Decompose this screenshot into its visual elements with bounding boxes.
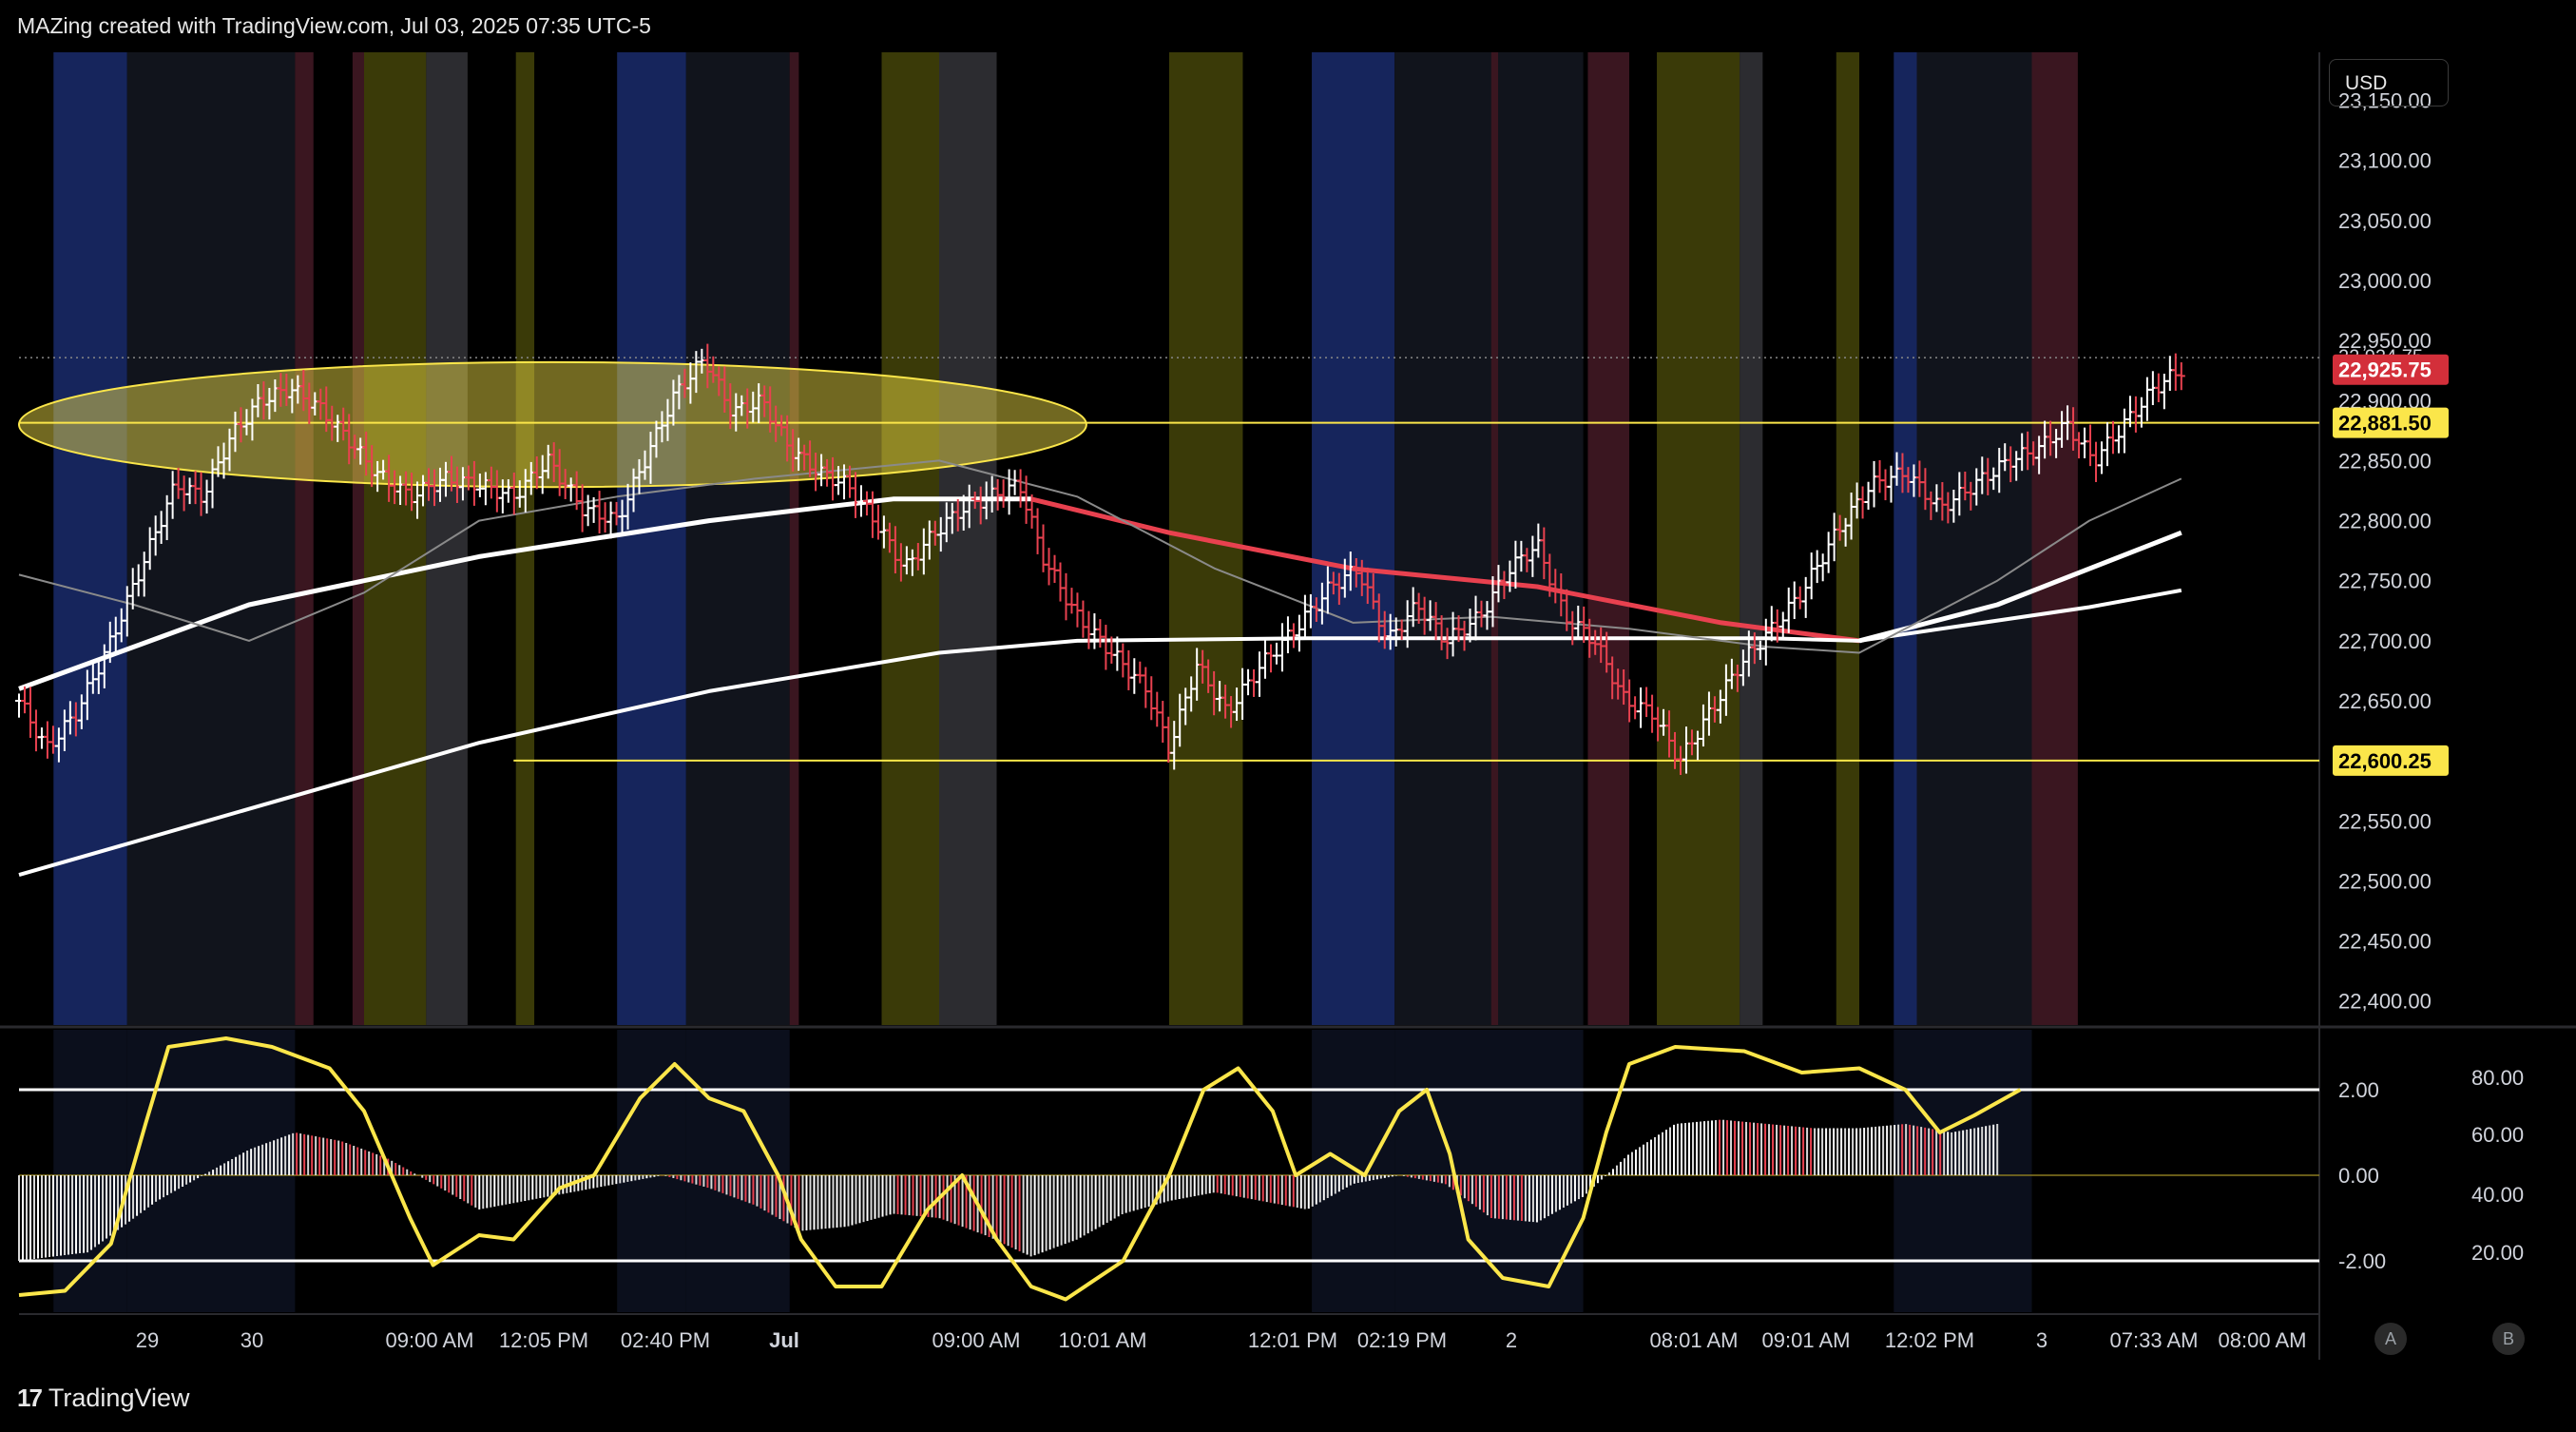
time-axis-tick-label: 09:00 AM [386,1328,474,1352]
time-axis-tick-label: 02:19 PM [1357,1328,1447,1352]
session-band-blue [1894,52,1917,1025]
time-axis-tick-label: 02:40 PM [621,1328,710,1352]
price-label-text: 22,600.25 [2338,749,2432,773]
time-axis-tick-label: 09:00 AM [932,1328,1021,1352]
session-band-red [352,52,364,1025]
session-band-gray [1740,52,1763,1025]
time-axis-tick-label: 3 [2036,1328,2047,1352]
time-axis-tick-label: 09:01 AM [1762,1328,1851,1352]
time-axis-tick-label: 12:05 PM [499,1328,588,1352]
osc-session-band [1312,1030,1395,1312]
osc-right-tick-label: 40.00 [2471,1183,2524,1207]
osc-left-tick-label: 2.00 [2338,1078,2379,1102]
tradingview-logo-icon: 17 [17,1384,43,1412]
brand-name: TradingView [48,1384,190,1412]
osc-session-band [53,1030,127,1312]
price-axis-tick-label: 22,800.00 [2338,510,2432,533]
time-axis-tick-label: 08:00 AM [2219,1328,2307,1352]
session-band-red [295,52,314,1025]
session-band-red [1587,52,1629,1025]
time-axis-tick-label: 12:01 PM [1248,1328,1337,1352]
session-band-blue [617,52,686,1025]
osc-session-band [1394,1030,1584,1312]
session-band-red [789,52,799,1025]
scale-button-b[interactable]: B [2492,1323,2525,1355]
price-axis-tick-label: 22,650.00 [2338,689,2432,713]
osc-right-tick-label: 60.00 [2471,1123,2524,1147]
session-band-red [1490,52,1499,1025]
time-axis-tick-label: 30 [240,1328,263,1352]
session-band-gray [426,52,468,1025]
price-label-text: 22,925.75 [2338,358,2432,382]
price-axis-tick-label: 22,550.00 [2338,809,2432,833]
time-axis-tick-label: 08:01 AM [1650,1328,1739,1352]
osc-right-tick-label: 80.00 [2471,1066,2524,1090]
osc-left-tick-label: 0.00 [2338,1164,2379,1188]
session-band-dark [685,52,790,1025]
time-axis-tick-label: Jul [769,1328,799,1352]
price-axis-tick-label: 22,750.00 [2338,570,2432,593]
time-axis-tick-label: 29 [136,1328,159,1352]
session-band-yellow [1657,52,1740,1025]
price-axis-tick-label: 23,050.00 [2338,209,2432,233]
session-band-dark [1394,52,1584,1025]
time-axis-tick-label: 2 [1506,1328,1517,1352]
price-axis-tick-label: 22,450.00 [2338,930,2432,954]
time-axis-tick-label: 07:33 AM [2110,1328,2199,1352]
time-axis-tick-label: 12:02 PM [1885,1328,1974,1352]
session-band-yellow [364,52,427,1025]
time-axis-tick-label: 10:01 AM [1059,1328,1147,1352]
session-band-blue [53,52,127,1025]
osc-session-band [617,1030,686,1312]
session-band-red [2031,52,2078,1025]
price-axis-tick-label: 22,500.00 [2338,869,2432,893]
osc-left-tick-label: -2.00 [2338,1249,2386,1273]
session-band-blue [1312,52,1395,1025]
osc-right-tick-label: 20.00 [2471,1241,2524,1265]
scale-button-a[interactable]: A [2374,1323,2407,1355]
session-band-gray [939,52,997,1025]
price-axis-tick-label: 23,000.00 [2338,269,2432,293]
price-axis-tick-label: 22,400.00 [2338,990,2432,1014]
chart-canvas[interactable]: 23,150.0023,100.0023,050.0023,000.0022,9… [0,0,2576,1432]
currency-selector[interactable]: USD [2329,59,2449,106]
price-axis-tick-label: 22,850.00 [2338,449,2432,473]
session-band-dark [1916,52,2032,1025]
price-axis-tick-label: 23,100.00 [2338,149,2432,173]
price-label-text: 22,881.50 [2338,412,2432,435]
tradingview-brand[interactable]: 17 TradingView [17,1384,190,1413]
price-axis-tick-label: 22,700.00 [2338,629,2432,653]
session-band-yellow [515,52,535,1025]
chart-header-title: MAZing created with TradingView.com, Jul… [17,13,651,38]
